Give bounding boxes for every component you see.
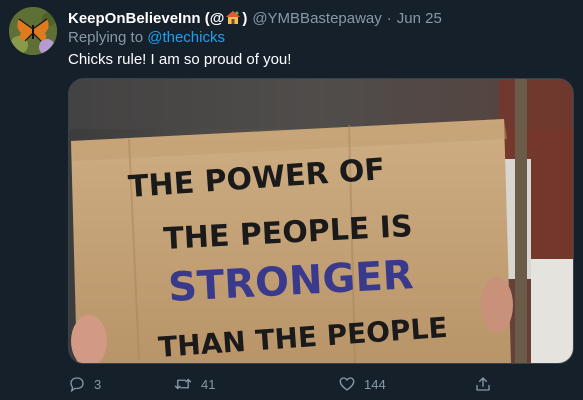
replying-to-mention[interactable]: @thechicks	[147, 29, 225, 46]
share-button[interactable]	[474, 373, 492, 395]
share-upload-icon	[476, 377, 490, 391]
like-count: 144	[364, 376, 386, 392]
retweet-button[interactable]: 41	[173, 373, 215, 395]
tweet-image[interactable]: THE POWER OF THE PEOPLE IS STRONGER THAN…	[68, 78, 574, 364]
avatar[interactable]	[9, 7, 57, 55]
retweet-arrows-icon	[174, 378, 192, 390]
tweet-header: KeepOnBelieveInn (@) @YMBBastepaway · Ju…	[68, 8, 573, 28]
tweet-date[interactable]: Jun 25	[397, 10, 442, 27]
tweet[interactable]: KeepOnBelieveInn (@) @YMBBastepaway · Ju…	[0, 0, 583, 400]
replying-to-line: Replying to @thechicks	[68, 29, 225, 46]
separator-dot: ·	[386, 9, 392, 27]
like-button[interactable]: 144	[338, 373, 386, 395]
retweet-count: 41	[201, 376, 216, 392]
tweet-text: Chicks rule! I am so proud of you!	[68, 51, 292, 68]
display-name-text: KeepOnBelieveInn (@	[68, 9, 225, 27]
reply-count: 3	[94, 376, 102, 392]
heart-outline-icon	[339, 377, 355, 391]
display-name-close: )	[242, 9, 248, 27]
tweet-actions: 3 41 144	[68, 373, 508, 395]
replying-to-label: Replying to	[68, 29, 144, 46]
house-emoji-icon	[226, 10, 241, 24]
display-name[interactable]: KeepOnBelieveInn (@)	[68, 10, 247, 27]
speech-bubble-icon	[70, 377, 84, 393]
user-handle[interactable]: @YMBBastepaway	[252, 10, 381, 27]
reply-button[interactable]: 3	[68, 373, 101, 395]
